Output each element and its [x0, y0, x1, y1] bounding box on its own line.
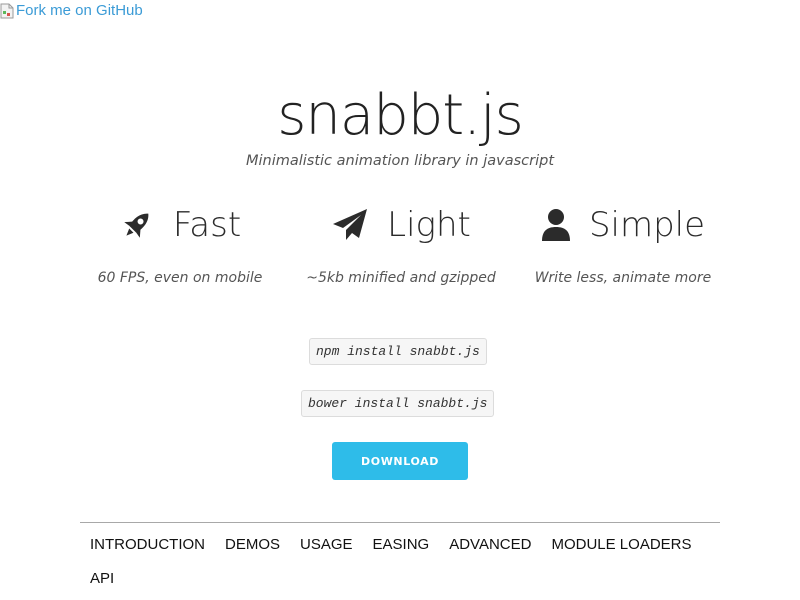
- rocket-icon: [119, 207, 155, 243]
- feature-light: Light ~5kb minified and gzipped: [286, 200, 516, 286]
- feature-simple: Simple Write less, animate more: [508, 200, 738, 286]
- nav-item-usage[interactable]: USAGE: [290, 528, 363, 562]
- download-button[interactable]: DOWNLOAD: [332, 442, 468, 480]
- feature-description: Write less, animate more: [534, 270, 712, 286]
- page-subtitle: Minimalistic animation library in javasc…: [245, 153, 555, 169]
- feature-description: ~5kb minified and gzipped: [306, 270, 496, 286]
- user-icon: [541, 208, 571, 242]
- nav-item-easing[interactable]: EASING: [363, 528, 440, 562]
- page-title: snabbt.js: [277, 83, 524, 148]
- feature-name: Light: [387, 205, 471, 245]
- fork-me-on-github-link[interactable]: Fork me on GitHub: [0, 2, 143, 19]
- nav-item-module-loaders[interactable]: MODULE LOADERS: [541, 528, 701, 562]
- broken-image-icon: [0, 3, 14, 19]
- paper-plane-icon: [331, 207, 369, 243]
- nav-divider: [80, 522, 720, 523]
- feature-fast: Fast 60 FPS, even on mobile: [65, 200, 295, 286]
- nav-item-advanced[interactable]: ADVANCED: [439, 528, 541, 562]
- feature-description: 60 FPS, even on mobile: [97, 270, 263, 286]
- nav-item-api[interactable]: API: [80, 562, 124, 596]
- features-section: Fast 60 FPS, even on mobile Light ~5kb m…: [0, 200, 800, 300]
- npm-install-command: npm install snabbt.js: [309, 338, 487, 365]
- fork-me-alt-text: Fork me on GitHub: [16, 2, 143, 19]
- nav-item-introduction[interactable]: INTRODUCTION: [80, 528, 215, 562]
- bower-install-command: bower install snabbt.js: [301, 390, 495, 417]
- section-nav: INTRODUCTION DEMOS USAGE EASING ADVANCED…: [80, 528, 720, 596]
- feature-name: Fast: [172, 205, 242, 245]
- nav-item-demos[interactable]: DEMOS: [215, 528, 290, 562]
- feature-name: Simple: [588, 205, 706, 245]
